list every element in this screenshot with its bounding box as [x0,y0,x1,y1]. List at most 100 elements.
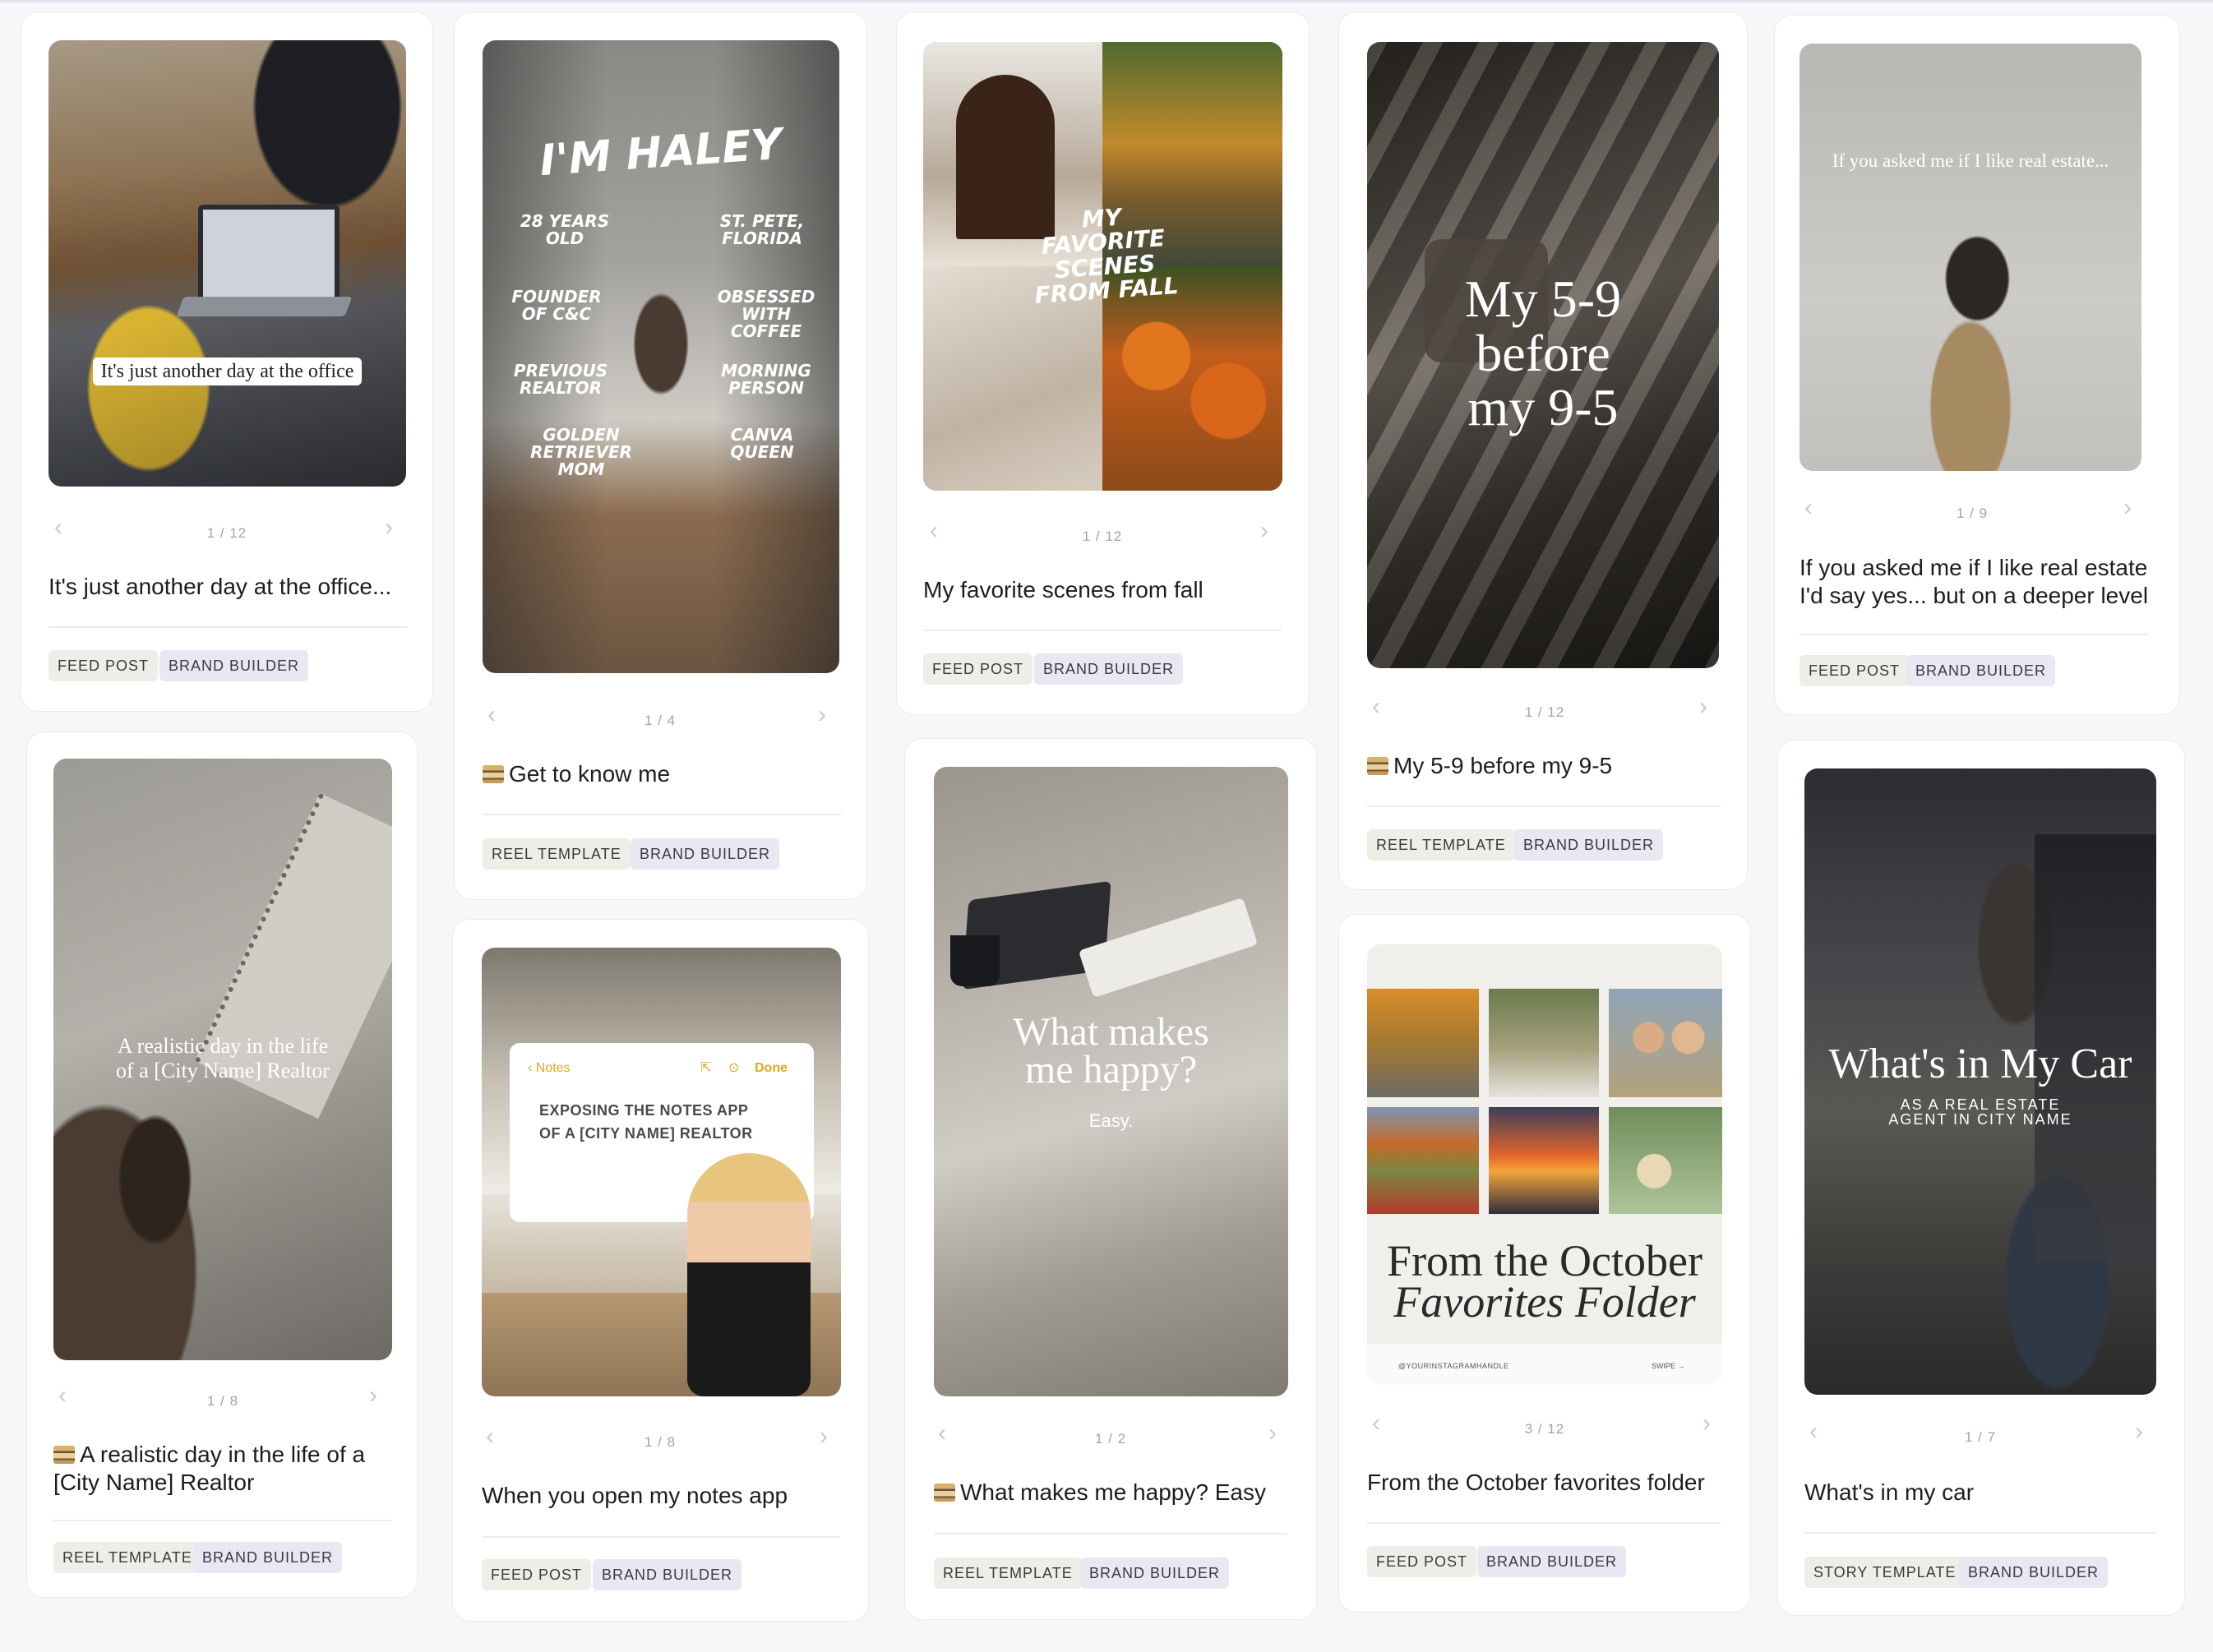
carousel-prev-button[interactable]: ‹ [486,1424,494,1449]
overlay-fact: 28 YEARS OLD [520,211,610,248]
carousel-next-button[interactable]: › [820,1424,828,1449]
carousel-next-button[interactable]: › [818,703,826,727]
card-preview-image[interactable]: I'M HALEY 28 YEARS OLD ST. PETE, FLORIDA… [483,40,839,673]
overlay-title: What makes me happy? [1013,1010,1209,1091]
template-card[interactable]: What makes me happy? Easy. ‹ 1 / 2 › Wha… [904,738,1317,1620]
tag-brand-builder: BRAND BUILDER [1906,655,2056,686]
carousel-prev-button[interactable]: ‹ [54,515,62,540]
tag-brand-builder: BRAND BUILDER [593,1559,742,1590]
carousel-prev-button[interactable]: ‹ [930,519,938,543]
card-divider [482,1536,840,1538]
card-title[interactable]: From the October favorites folder [1367,1469,1729,1497]
overlay-caption: A realistic day in the life of a [City N… [116,1034,330,1082]
card-divider [1804,1532,2156,1534]
template-card[interactable]: What's in My Car AS A REAL ESTATE AGENT … [1777,740,2185,1616]
carousel-pager: 1 / 12 [206,525,247,541]
template-card[interactable]: My 5-9 before my 9-5 ‹ 1 / 12 › My 5-9 b… [1338,12,1748,890]
card-title[interactable]: My favorite scenes from fall [923,576,1285,604]
template-card[interactable]: MY FAVORITE SCENES FROM FALL ‹ 1 / 12 › … [896,12,1310,715]
overlay-fact: PREVIOUS REALTOR [513,361,608,398]
card-title[interactable]: My 5-9 before my 9-5 [1367,752,1729,780]
card-title[interactable]: If you asked me if I like real estate I'… [1800,554,2153,610]
carousel-pager: 1 / 7 [1964,1429,1997,1445]
carousel-prev-button[interactable]: ‹ [1804,496,1813,520]
card-title[interactable]: A realistic day in the life of a [City N… [53,1441,399,1497]
share-icon: ⇱ [700,1061,712,1075]
overlay-handle: @YOURINSTAGRAMHANDLE [1398,1362,1509,1370]
card-title[interactable]: It's just another day at the office... [49,573,410,601]
card-divider [1800,634,2148,635]
carousel-pager: 1 / 12 [1082,528,1123,544]
card-preview-image[interactable]: A realistic day in the life of a [City N… [53,759,392,1360]
more-icon: ⊙ [728,1061,740,1075]
carousel-prev-button[interactable]: ‹ [487,703,496,727]
tag-brand-builder: BRAND BUILDER [1477,1546,1627,1577]
tag-type: FEED POST [49,650,159,681]
card-preview-image[interactable]: My 5-9 before my 9-5 [1367,42,1719,668]
card-preview-image[interactable]: What's in My Car AS A REAL ESTATE AGENT … [1804,768,2156,1395]
card-preview-image[interactable]: From the October Favorites Folder @YOURI… [1367,944,1722,1385]
carousel-prev-button[interactable]: ‹ [1372,1411,1380,1436]
carousel-prev-button[interactable]: ‹ [1372,694,1380,719]
clapper-board-icon [53,1446,75,1464]
carousel-next-button[interactable]: › [385,515,393,540]
card-preview-image[interactable]: ‹ Notes ⇱ ⊙ Done EXPOSING THE NOTES APP … [482,948,841,1396]
template-card[interactable]: It's just another day at the office ‹ 1 … [21,12,433,712]
tag-type: REEL TEMPLATE [1367,829,1515,861]
tag-brand-builder: BRAND BUILDER [1080,1557,1230,1589]
carousel-prev-button[interactable]: ‹ [1809,1419,1818,1444]
card-preview-image[interactable]: MY FAVORITE SCENES FROM FALL [923,42,1282,491]
notes-done-link: Done [755,1061,788,1075]
clapper-board-icon [483,765,504,783]
card-title[interactable]: Get to know me [483,760,844,788]
template-card[interactable]: I'M HALEY 28 YEARS OLD ST. PETE, FLORIDA… [454,12,867,900]
carousel-next-button[interactable]: › [369,1383,377,1408]
tag-type: FEED POST [1367,1546,1477,1577]
card-preview-image[interactable]: What makes me happy? Easy. [934,767,1288,1396]
card-title[interactable]: When you open my notes app [482,1482,843,1510]
tag-type: FEED POST [1800,655,1910,686]
card-divider [923,630,1282,631]
card-preview-image[interactable]: It's just another day at the office [49,40,406,487]
tag-type: REEL TEMPLATE [934,1557,1082,1589]
overlay-fact: ST. PETE, FLORIDA [719,211,805,248]
carousel-pager: 3 / 12 [1524,1421,1565,1437]
card-divider [1367,1522,1721,1524]
tag-brand-builder: BRAND BUILDER [1034,653,1184,685]
tag-type: FEED POST [923,653,1033,685]
carousel-next-button[interactable]: › [2123,496,2132,520]
carousel-prev-button[interactable]: ‹ [938,1421,946,1446]
card-title[interactable]: What's in my car [1804,1479,2166,1507]
card-divider [49,626,407,628]
carousel-pager: 1 / 12 [1524,704,1565,720]
overlay-caption: It's just another day at the office [49,358,406,385]
top-border [0,0,2213,2]
carousel-next-button[interactable]: › [1699,694,1707,719]
carousel-next-button[interactable]: › [2135,1419,2143,1444]
overlay-subtitle: Easy. [1088,1110,1134,1131]
card-preview-image[interactable]: If you asked me if I like real estate... [1800,44,2141,471]
carousel-pager: 1 / 8 [206,1393,239,1409]
carousel-pager: 1 / 9 [1956,505,1989,521]
overlay-fact: GOLDEN RETRIEVER MOM [530,425,632,479]
tag-type: REEL TEMPLATE [53,1542,201,1573]
carousel-pager: 1 / 4 [644,713,677,728]
overlay-title: What's in My Car [1828,1041,2132,1087]
carousel-next-button[interactable]: › [1268,1421,1277,1446]
template-card[interactable]: If you asked me if I like real estate...… [1774,15,2180,715]
tag-brand-builder: BRAND BUILDER [631,838,780,870]
template-card[interactable]: ‹ Notes ⇱ ⊙ Done EXPOSING THE NOTES APP … [452,919,869,1622]
carousel-prev-button[interactable]: ‹ [58,1383,67,1408]
carousel-next-button[interactable]: › [1702,1411,1711,1436]
tag-type: STORY TEMPLATE [1804,1557,1966,1588]
overlay-caption: If you asked me if I like real estate... [1832,150,2109,171]
notes-back-link: ‹ Notes [528,1061,571,1075]
tag-brand-builder: BRAND BUILDER [1514,829,1664,861]
card-title[interactable]: What makes me happy? Easy [934,1479,1296,1507]
overlay-title: My 5-9 before my 9-5 [1464,270,1622,436]
carousel-next-button[interactable]: › [1260,519,1268,543]
template-card[interactable]: A realistic day in the life of a [City N… [26,731,418,1598]
card-divider [934,1533,1287,1534]
clapper-board-icon [1367,757,1388,775]
template-card[interactable]: From the October Favorites Folder @YOURI… [1338,914,1751,1613]
